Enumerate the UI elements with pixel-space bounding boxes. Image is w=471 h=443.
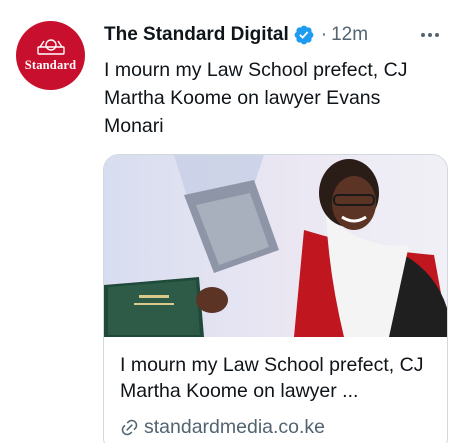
link-icon [121,419,138,435]
card-photo [104,155,447,337]
avatar-wordmark: Standard [24,58,77,72]
account-name[interactable]: The Standard Digital [104,24,289,46]
separator-dot: · [320,24,328,45]
verified-badge-icon [294,25,314,45]
card-domain: standardmedia.co.ke [120,414,325,440]
link-card[interactable]: I mourn my Law School prefect, CJ Martha… [103,154,448,443]
avatar[interactable]: Standard [16,21,85,90]
tweet-text: I mourn my Law School prefect, CJ Martha… [104,59,408,137]
card-title: I mourn my Law School prefect, CJ Martha… [120,354,424,402]
tweet[interactable]: Standard The Standard Digital · 12m I mo… [0,0,471,443]
crest-icon [36,39,65,55]
more-options-icon[interactable] [415,22,445,48]
card-domain-text: standardmedia.co.ke [144,415,326,438]
timestamp[interactable]: 12m [331,24,368,46]
tweet-header: The Standard Digital · 12m [104,22,459,48]
